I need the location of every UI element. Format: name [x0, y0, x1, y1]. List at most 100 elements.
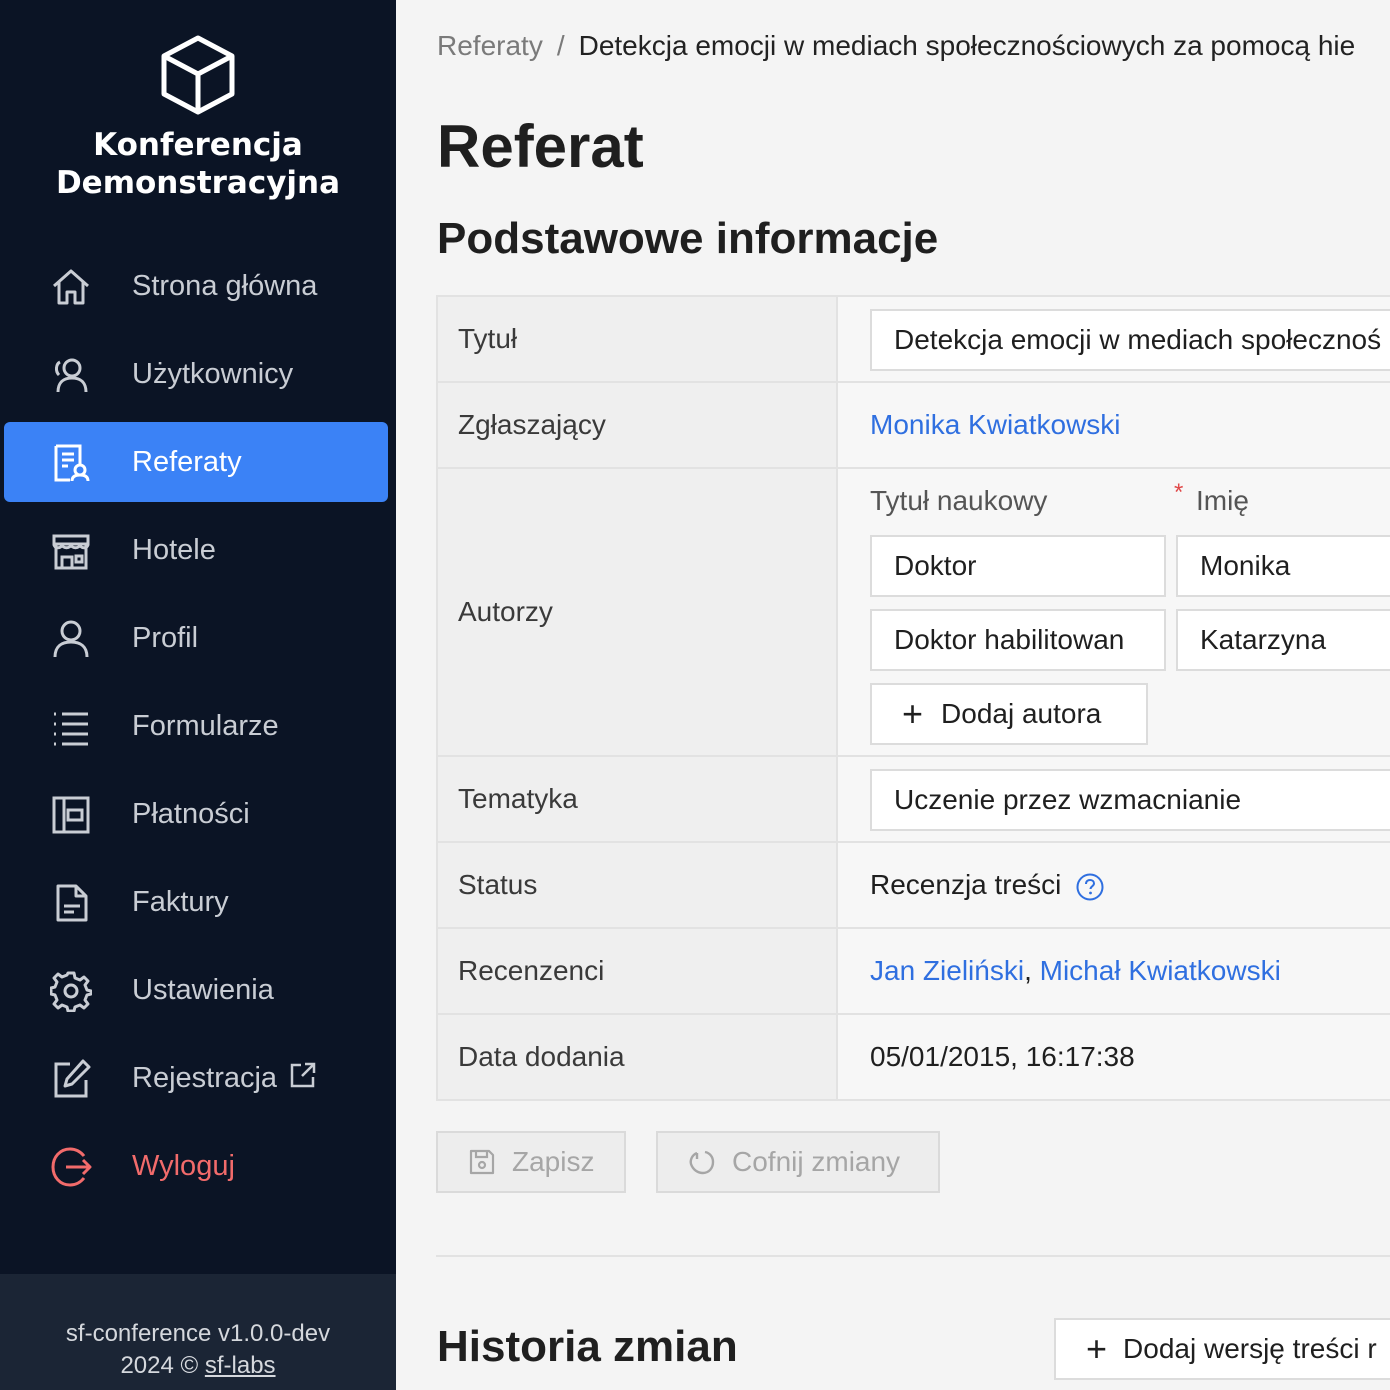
reviewer-link[interactable]: Michał Kwiatkowski	[1040, 955, 1281, 986]
submitter-value-cell: Monika Kwiatkowski	[838, 383, 1390, 467]
author-name-input[interactable]: Monika	[1176, 535, 1390, 597]
authors-col-name: Imię	[1196, 485, 1249, 516]
authors-value-cell: Tytuł naukowy * Imię Doktor Monika Dokto…	[838, 469, 1390, 755]
hotel-icon	[52, 534, 90, 570]
status-value-wrap: Recenzja treści	[870, 869, 1105, 902]
user-icon	[53, 620, 89, 658]
status-label: Status	[436, 843, 838, 927]
topic-label: Tematyka	[436, 757, 838, 841]
row-authors: Autorzy Tytuł naukowy * Imię Doktor Moni…	[436, 469, 1390, 757]
copyright-line: 2024 © sf-labs	[0, 1350, 396, 1382]
add-author-label: Dodaj autora	[941, 698, 1102, 729]
add-version-button[interactable]: + Dodaj wersję treści r	[1054, 1318, 1390, 1380]
undo-icon	[689, 1150, 715, 1175]
title-value-cell: Detekcja emocji w mediach społecznoś	[838, 297, 1390, 381]
reviewer-link[interactable]: Jan Zieliński	[870, 955, 1024, 986]
status-value: Recenzja treści	[870, 869, 1062, 900]
title-input[interactable]: Detekcja emocji w mediach społecznoś	[870, 309, 1390, 371]
sidebar-footer: sf-conference v1.0.0-dev 2024 © sf-labs	[0, 1274, 396, 1390]
breadcrumb: Referaty / Detekcja emocji w mediach społe…	[437, 30, 1355, 62]
paper-icon	[54, 444, 90, 482]
nav-label-hotels: Hotele	[132, 534, 216, 566]
sidebar: Konferencja Demonstracyjna Strona główna…	[0, 0, 396, 1390]
row-date-added: Data dodania 05/01/2015, 16:17:38	[436, 1015, 1390, 1101]
nav-item-profile[interactable]: Profil	[4, 598, 388, 678]
users-icon	[55, 358, 88, 393]
date-value: 05/01/2015, 16:17:38	[870, 1041, 1135, 1072]
authors-col-degree: Tytuł naukowy	[870, 485, 1048, 516]
save-label: Zapisz	[512, 1146, 595, 1177]
nav-label-invoices: Faktury	[132, 886, 229, 918]
submitter-label: Zgłaszający	[436, 383, 838, 467]
revert-button[interactable]: Cofnij zmiany	[656, 1131, 940, 1193]
author-degree-input[interactable]: Doktor	[870, 535, 1166, 597]
nav-item-hotels[interactable]: Hotele	[4, 510, 388, 590]
nav-label-profile: Profil	[132, 622, 199, 654]
brand-name: Konferencja Demonstracyjna	[0, 126, 396, 202]
nav-label-payments: Płatności	[132, 798, 250, 830]
row-reviewers: Recenzenci Jan Zieliński, Michał Kwiatko…	[436, 929, 1390, 1015]
page-title: Referat	[437, 113, 644, 180]
title-label: Tytuł	[436, 297, 838, 381]
nav-label-users: Użytkownicy	[132, 358, 294, 390]
submitter-link[interactable]: Monika Kwiatkowski	[870, 409, 1121, 441]
company-link[interactable]: sf-labs	[205, 1352, 276, 1379]
reviewer-separator: ,	[1024, 955, 1032, 986]
section-divider	[436, 1255, 1390, 1257]
save-icon	[469, 1149, 495, 1175]
nav-label-registration: Rejestracja	[132, 1062, 278, 1094]
breadcrumb-parent-link[interactable]: Referaty	[437, 30, 543, 61]
save-button[interactable]: Zapisz	[436, 1131, 626, 1193]
nav-item-home[interactable]: Strona główna	[4, 246, 388, 326]
cube-logo-icon	[161, 35, 235, 115]
nav-label-forms: Formularze	[132, 710, 279, 742]
brand[interactable]: Konferencja Demonstracyjna	[0, 34, 396, 202]
plus-icon: +	[902, 693, 924, 734]
main-content: Referaty / Detekcja emocji w mediach społe…	[396, 0, 1390, 1390]
brand-line-2: Demonstracyjna	[55, 165, 341, 201]
add-version-label: Dodaj wersję treści r	[1123, 1333, 1377, 1364]
topic-value-cell: Uczenie przez wzmacnianie	[838, 757, 1390, 841]
nav-label-registration-wrap: Rejestracja	[132, 1038, 317, 1118]
breadcrumb-current: Detekcja emocji w mediach społecznościow…	[578, 30, 1356, 61]
nav-item-settings[interactable]: Ustawienia	[4, 950, 388, 1030]
row-topic: Tematyka Uczenie przez wzmacnianie	[436, 757, 1390, 843]
date-label: Data dodania	[436, 1015, 838, 1099]
logout-icon	[51, 1147, 92, 1187]
author-name-input[interactable]: Katarzyna	[1176, 609, 1390, 671]
nav-item-users[interactable]: Użytkownicy	[4, 334, 388, 414]
authors-label: Autorzy	[436, 469, 838, 755]
gear-icon	[50, 971, 92, 1012]
revert-label: Cofnij zmiany	[732, 1146, 901, 1177]
required-mark: *	[1174, 479, 1184, 506]
section-title-basic-info: Podstawowe informacje	[437, 214, 939, 263]
row-submitter: Zgłaszający Monika Kwiatkowski	[436, 383, 1390, 469]
author-degree-input[interactable]: Doktor habilitowan	[870, 609, 1166, 671]
external-link-icon	[290, 1062, 316, 1088]
nav-item-invoices[interactable]: Faktury	[4, 862, 388, 942]
nav-item-payments[interactable]: Płatności	[4, 774, 388, 854]
topic-select[interactable]: Uczenie przez wzmacnianie	[870, 769, 1390, 831]
list-icon	[54, 712, 88, 746]
reviewers-list: Jan Zieliński, Michał Kwiatkowski	[870, 955, 1281, 987]
row-title: Tytuł Detekcja emocji w mediach społeczn…	[436, 297, 1390, 383]
nav-item-papers[interactable]: Referaty	[4, 422, 388, 502]
wallet-icon	[52, 796, 90, 834]
brand-line-1: Konferencja	[93, 127, 303, 163]
app-version: sf-conference v1.0.0-dev	[65, 1320, 331, 1347]
home-icon	[53, 269, 89, 305]
row-status: Status Recenzja treści	[436, 843, 1390, 929]
nav-label-settings: Ustawienia	[132, 974, 274, 1006]
add-author-button[interactable]: + Dodaj autora	[870, 683, 1148, 745]
nav-item-forms[interactable]: Formularze	[4, 686, 388, 766]
nav-label-logout: Wyloguj	[132, 1150, 235, 1182]
nav-item-registration[interactable]: Rejestracja	[4, 1038, 388, 1118]
help-circle-icon[interactable]	[1075, 872, 1105, 902]
date-value-cell: 05/01/2015, 16:17:38	[838, 1015, 1390, 1099]
plus-icon: +	[1086, 1328, 1108, 1369]
nav-item-logout[interactable]: Wyloguj	[4, 1126, 388, 1206]
paper-form: Tytuł Detekcja emocji w mediach społeczn…	[436, 295, 1390, 1101]
reviewers-value-cell: Jan Zieliński, Michał Kwiatkowski	[838, 929, 1390, 1013]
edit-icon	[54, 1059, 91, 1098]
reviewers-label: Recenzenci	[436, 929, 838, 1013]
